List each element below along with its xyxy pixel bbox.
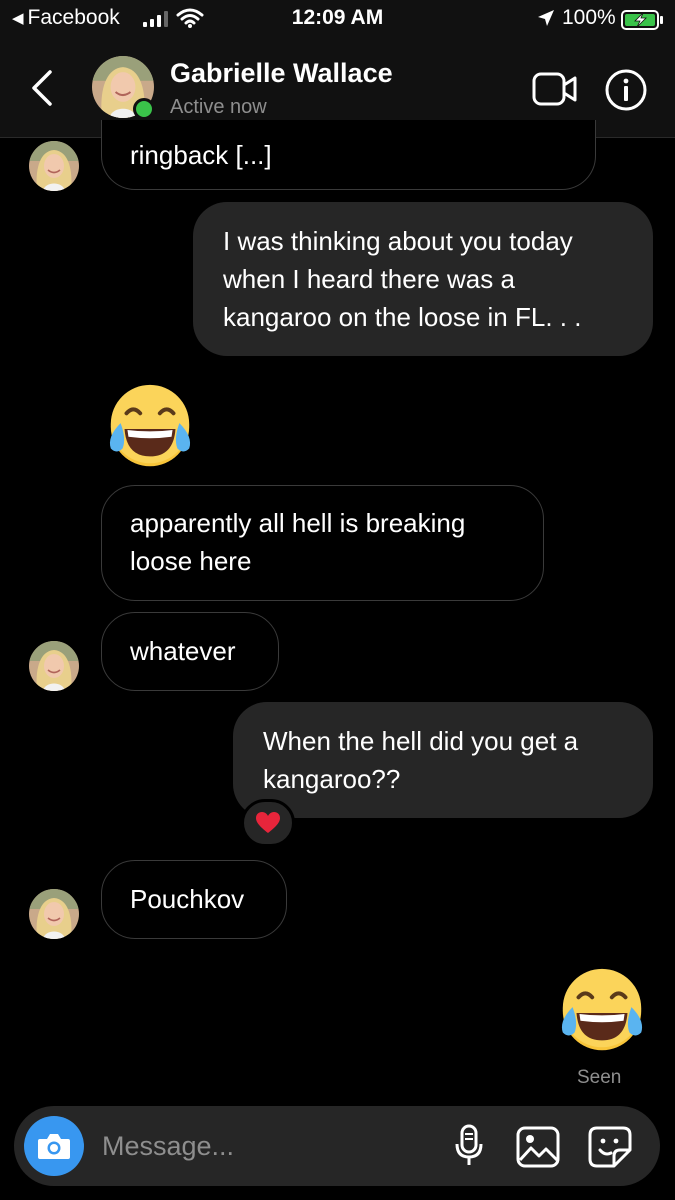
battery-charging-icon [621,10,663,30]
message-line: When the hell did you get a [263,726,579,756]
message-bubble-incoming[interactable]: whatever [101,612,279,691]
message-bubble-incoming[interactable]: ringback [...] [101,120,596,190]
microphone-icon[interactable] [454,1124,484,1168]
message-text: ringback [...] [130,140,272,170]
contact-status: Active now [170,96,267,118]
message-line: loose here [130,546,252,576]
message-line: apparently all hell is breaking [130,508,466,538]
message-bubble-incoming[interactable]: apparently all hell is breaking loose he… [101,485,544,601]
message-line: kangaroo?? [263,764,401,794]
sender-avatar[interactable] [29,141,79,191]
battery-percent: 100% [562,6,616,29]
contact-name[interactable]: Gabrielle Wallace [170,58,393,89]
message-bubble-outgoing[interactable]: I was thinking about you today when I he… [193,202,653,356]
sender-avatar[interactable] [29,889,79,939]
red-heart-icon [256,812,280,833]
reaction-badge[interactable] [241,799,295,847]
online-indicator [133,98,155,120]
camera-button[interactable] [24,1116,84,1176]
seen-receipt: Seen [577,1067,622,1088]
message-composer [14,1106,660,1186]
tears-of-joy-emoji-icon[interactable] [553,962,651,1060]
info-icon[interactable] [604,68,648,112]
sender-avatar[interactable] [29,641,79,691]
location-arrow-icon [538,10,554,26]
message-text: whatever [130,636,236,666]
sticker-icon[interactable] [588,1126,632,1168]
message-text: Pouchkov [130,884,245,914]
status-bar: ◀ Facebook 12:09 AM 100% [0,0,675,38]
camera-icon [38,1134,70,1159]
back-chevron-icon[interactable] [28,68,58,108]
message-input[interactable] [102,1128,432,1164]
message-line: kangaroo on the loose in FL. . . [223,302,582,332]
message-line: when I heard there was a [223,264,515,294]
tears-of-joy-emoji-icon[interactable] [101,378,199,476]
gallery-icon[interactable] [516,1126,560,1168]
message-bubble-incoming[interactable]: Pouchkov [101,860,287,939]
message-line: I was thinking about you today [223,226,573,256]
video-call-icon[interactable] [532,72,578,106]
message-bubble-outgoing[interactable]: When the hell did you get a kangaroo?? [233,702,653,818]
